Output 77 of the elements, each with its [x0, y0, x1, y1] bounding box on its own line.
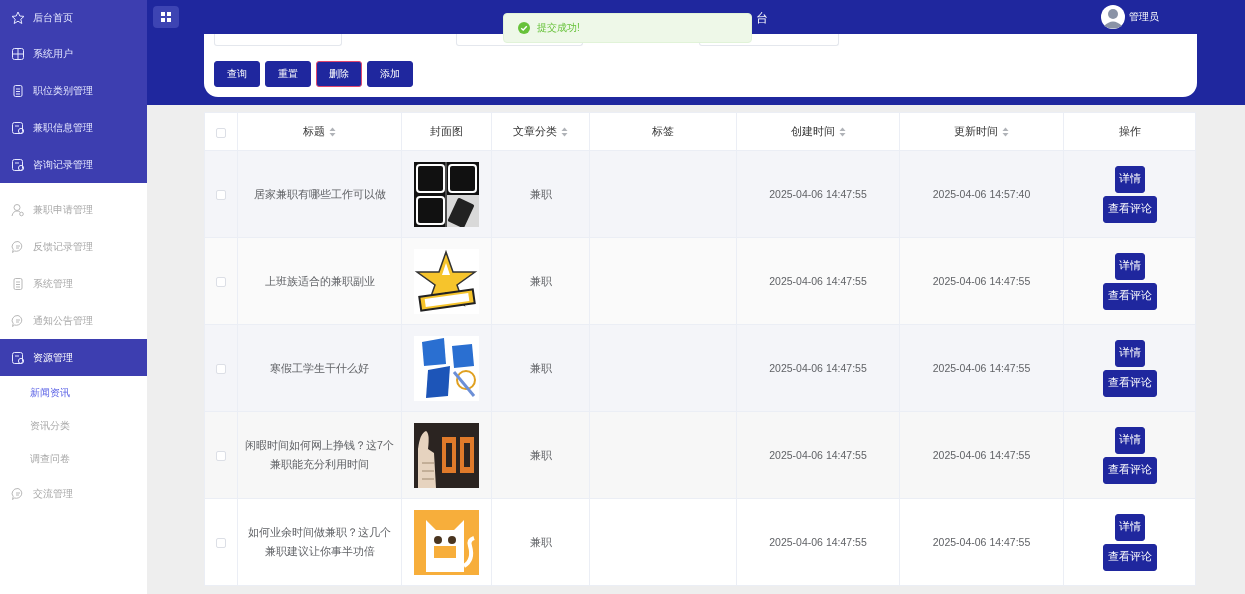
- comments-button[interactable]: 查看评论: [1102, 282, 1157, 310]
- updated-time: 2025-04-06 14:47:55: [932, 448, 1031, 461]
- created-time: 2025-04-06 14:47:55: [769, 448, 867, 461]
- updated-time: 2025-04-06 14:47:55: [932, 535, 1031, 548]
- sidebar-item[interactable]: 系统用户: [0, 35, 147, 72]
- grid-icon: [161, 12, 171, 22]
- comments-button[interactable]: 查看评论: [1102, 456, 1157, 484]
- sidebar-item[interactable]: 后台首页: [0, 0, 147, 35]
- sidebar-item[interactable]: 资源管理: [0, 339, 147, 376]
- article-title: 居家兼职有哪些工作可以做: [253, 187, 386, 200]
- detail-button[interactable]: 详情: [1114, 252, 1145, 280]
- category-text: 兼职: [529, 535, 552, 548]
- column-header: 创建时间: [790, 124, 835, 139]
- clipboard-icon: [11, 83, 25, 98]
- checkbox[interactable]: [216, 363, 226, 374]
- checkbox[interactable]: [216, 276, 226, 287]
- detail-button[interactable]: 详情: [1114, 165, 1145, 193]
- username[interactable]: 管理员: [1129, 10, 1159, 24]
- clipboard-icon: [11, 276, 25, 291]
- column-header: 文章分类: [513, 124, 557, 139]
- column-header: 操作: [1118, 124, 1141, 139]
- article-title: 闲暇时间如何网上挣钱？这7个兼职能充分利用时间: [245, 439, 394, 470]
- updated-time: 2025-04-06 14:57:40: [932, 187, 1031, 200]
- menu-button[interactable]: [153, 6, 179, 28]
- category-text: 兼职: [529, 448, 552, 461]
- created-time: 2025-04-06 14:47:55: [769, 187, 867, 200]
- updated-time: 2025-04-06 14:47:55: [932, 274, 1031, 287]
- column-header: 标签: [652, 124, 674, 139]
- column-header: 封面图: [430, 124, 463, 139]
- toast-message: 提交成功!: [537, 21, 580, 35]
- column-header: 标题: [303, 124, 325, 139]
- category-text: 兼职: [529, 187, 552, 200]
- sidebar-item[interactable]: 咨询记录管理: [0, 146, 147, 183]
- action-button[interactable]: 添加: [367, 61, 413, 87]
- document-clock-icon: [11, 120, 25, 135]
- created-time: 2025-04-06 14:47:55: [769, 535, 867, 548]
- check-circle-icon: [518, 22, 530, 34]
- sort-icon: [561, 126, 568, 137]
- document-clock-icon: [11, 157, 25, 172]
- submenu-item[interactable]: 新闻资讯: [0, 376, 147, 409]
- user-icon: [11, 202, 25, 217]
- detail-button[interactable]: 详情: [1114, 513, 1145, 541]
- sidebar-item[interactable]: 兼职信息管理: [0, 109, 147, 146]
- article-title: 寒假工学生干什么好: [270, 361, 369, 374]
- action-button[interactable]: 删除: [316, 61, 362, 87]
- sidebar-item[interactable]: 职位类别管理: [0, 72, 147, 109]
- sort-icon: [1002, 126, 1009, 137]
- grid-icon: [11, 46, 25, 61]
- star-icon: [11, 10, 25, 25]
- comments-button[interactable]: 查看评论: [1102, 543, 1157, 571]
- article-title: 如何业余时间做兼职？这几个兼职建议让你事半功倍: [248, 526, 391, 557]
- sort-icon: [329, 126, 336, 137]
- article-title: 上班族适合的兼职副业: [264, 274, 375, 287]
- checkbox[interactable]: [216, 537, 226, 548]
- avatar-icon[interactable]: [1101, 5, 1125, 29]
- checkbox[interactable]: [216, 189, 226, 200]
- chat-icon: [11, 239, 25, 254]
- action-button[interactable]: 重置: [265, 61, 311, 87]
- created-time: 2025-04-06 14:47:55: [769, 361, 867, 374]
- detail-button[interactable]: 详情: [1114, 339, 1145, 367]
- chat-icon: [11, 486, 25, 501]
- app-title: 台: [756, 10, 768, 25]
- action-button[interactable]: 查询: [214, 61, 260, 87]
- input-field[interactable]: [214, 34, 342, 46]
- category-text: 兼职: [529, 274, 552, 287]
- checkbox[interactable]: [216, 127, 226, 138]
- created-time: 2025-04-06 14:47:55: [769, 274, 867, 287]
- sort-icon: [838, 126, 846, 137]
- updated-time: 2025-04-06 14:47:55: [932, 361, 1031, 374]
- category-text: 兼职: [529, 361, 552, 374]
- document-clock-icon: [11, 350, 25, 365]
- comments-button[interactable]: 查看评论: [1102, 195, 1157, 223]
- column-header: 更新时间: [954, 124, 998, 139]
- checkbox[interactable]: [216, 450, 226, 461]
- detail-button[interactable]: 详情: [1114, 426, 1145, 454]
- chat-icon: [11, 313, 25, 328]
- comments-button[interactable]: 查看评论: [1102, 369, 1157, 397]
